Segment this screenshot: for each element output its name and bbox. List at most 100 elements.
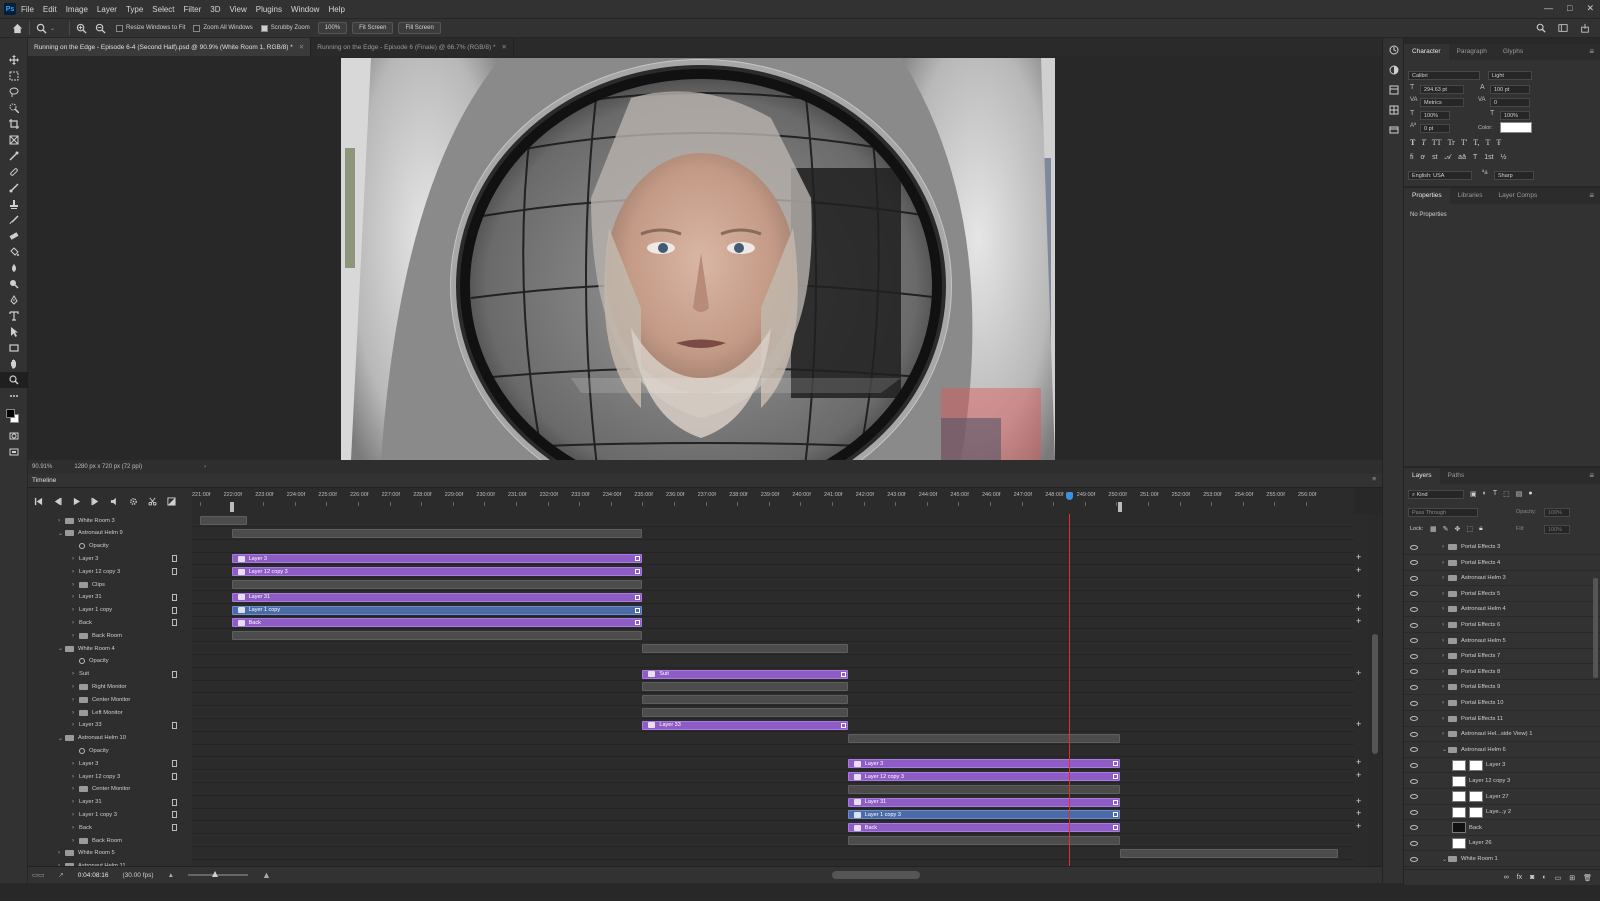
pen-tool-icon[interactable] xyxy=(0,292,28,308)
chevron-right-icon[interactable]: › xyxy=(72,569,79,575)
opacity-field[interactable]: 100% xyxy=(1544,508,1570,517)
timeline-track[interactable]: › Layer 3 xyxy=(28,757,192,770)
timeline-track[interactable]: ⌄ White Room 4 xyxy=(28,642,192,655)
swatches-icon[interactable] xyxy=(1383,102,1405,118)
chevron-right-icon[interactable]: › xyxy=(72,671,79,677)
play-icon[interactable] xyxy=(72,497,81,506)
search-icon[interactable] xyxy=(1536,23,1546,33)
timeline-track[interactable]: › Layer 12 copy 3 xyxy=(28,565,192,578)
chevron-right-icon[interactable]: › xyxy=(72,582,79,588)
lasso-tool-icon[interactable] xyxy=(0,84,28,100)
text-color-swatch[interactable] xyxy=(1500,122,1532,133)
menu-window[interactable]: Window xyxy=(291,5,319,14)
chevron-down-icon[interactable]: ⌄ xyxy=(50,25,55,32)
menu-type[interactable]: Type xyxy=(126,5,143,14)
tab-layers[interactable]: Layers xyxy=(1404,468,1440,484)
timeline-clip[interactable]: Layer 12 copy 3 xyxy=(231,567,643,577)
stopwatch-icon[interactable] xyxy=(79,747,85,754)
horizontal-scale-field[interactable]: 100% xyxy=(1500,111,1530,120)
timeline-clip[interactable]: Layer 3 xyxy=(847,759,1120,769)
layer-row[interactable]: Back xyxy=(1404,821,1600,836)
layer-mask-thumbnail[interactable] xyxy=(1469,791,1483,803)
small-caps-button[interactable]: Tr xyxy=(1448,138,1455,147)
menu-plugins[interactable]: Plugins xyxy=(256,5,282,14)
layer-row[interactable]: › Astronaut Helm 5 xyxy=(1404,634,1600,649)
film-strip-icon[interactable] xyxy=(172,798,177,806)
blur-tool-icon[interactable] xyxy=(0,260,28,276)
timeline-tab[interactable]: Timeline xyxy=(32,477,56,484)
timeline-clip[interactable] xyxy=(231,580,643,589)
timeline-clip[interactable]: Layer 1 copy xyxy=(231,605,643,615)
discretionary-ligature-icon[interactable]: ơ xyxy=(1421,154,1426,162)
chevron-right-icon[interactable]: › xyxy=(58,850,65,856)
lock-position-icon[interactable]: ✥ xyxy=(1455,525,1461,533)
chevron-down-icon[interactable]: ⌄ xyxy=(58,645,65,652)
current-timecode[interactable]: 0:04:08:16 xyxy=(78,872,109,879)
timeline-track[interactable]: › Center Monitor xyxy=(28,693,192,706)
stylistic-alternates-icon[interactable]: st xyxy=(1432,154,1437,162)
film-strip-icon[interactable] xyxy=(172,721,177,729)
playhead-handle[interactable] xyxy=(1066,492,1073,500)
timeline-clip[interactable] xyxy=(642,644,848,653)
link-layers-icon[interactable]: ∞ xyxy=(1504,874,1509,881)
visibility-eye-icon[interactable] xyxy=(1410,544,1418,550)
visibility-eye-icon[interactable] xyxy=(1410,575,1418,581)
stopwatch-icon[interactable] xyxy=(79,543,85,550)
layer-scrollbar[interactable] xyxy=(1593,578,1598,678)
clip-end-handle[interactable] xyxy=(1112,812,1118,818)
rectangle-tool-icon[interactable] xyxy=(0,340,28,356)
convert-frame-icon[interactable]: ▭▭ xyxy=(32,871,44,879)
add-media-button[interactable]: + xyxy=(1356,565,1361,575)
film-strip-icon[interactable] xyxy=(172,670,177,678)
clip-end-handle[interactable] xyxy=(635,556,641,562)
tab-episode-6-4[interactable]: Running on the Edge - Episode 6-4 (Secon… xyxy=(28,38,312,56)
fractions-icon[interactable]: ½ xyxy=(1501,154,1507,162)
add-media-button[interactable]: + xyxy=(1356,616,1361,626)
timeline-clip[interactable] xyxy=(1119,848,1338,858)
frame-tool-icon[interactable] xyxy=(0,132,28,148)
titling-icon[interactable]: aā xyxy=(1458,154,1466,162)
smart-object-filter-icon[interactable]: ▤ xyxy=(1516,490,1523,498)
crop-tool-icon[interactable] xyxy=(0,116,28,132)
color-swatches-icon[interactable] xyxy=(0,404,28,428)
timeline-track[interactable]: ⌄ Astronaut Helm 10 xyxy=(28,732,192,745)
zoom-100-button[interactable]: 100% xyxy=(317,22,348,34)
timeline-track[interactable]: Opacity xyxy=(28,655,192,668)
timeline-clip[interactable]: Back xyxy=(231,618,643,628)
split-scissors-icon[interactable] xyxy=(148,497,157,506)
chevron-down-icon[interactable]: ⌄ xyxy=(58,530,65,537)
film-strip-icon[interactable] xyxy=(172,760,177,768)
menu-view[interactable]: View xyxy=(230,5,247,14)
timeline-track[interactable]: › Layer 12 copy 3 xyxy=(28,770,192,783)
table-icon[interactable] xyxy=(1383,122,1405,138)
zoom-tool-icon[interactable] xyxy=(36,23,47,34)
visibility-eye-icon[interactable] xyxy=(1410,591,1418,597)
layer-row[interactable]: › Portal Effects 7 xyxy=(1404,649,1600,665)
timeline-track[interactable]: › Center Monitor xyxy=(28,783,192,796)
quick-select-tool-icon[interactable] xyxy=(0,100,28,116)
timeline-clip[interactable]: Layer 12 copy 3 xyxy=(847,772,1120,781)
chevron-right-icon[interactable]: › xyxy=(72,825,79,831)
layer-row[interactable]: › Portal Effects 5 xyxy=(1404,587,1600,602)
timeline-track[interactable]: › Back Room xyxy=(28,629,192,642)
fit-screen-button[interactable]: Fit Screen xyxy=(352,22,394,34)
next-frame-icon[interactable] xyxy=(91,497,100,506)
paint-bucket-tool-icon[interactable] xyxy=(0,244,28,260)
chevron-right-icon[interactable]: › xyxy=(72,594,79,600)
history-icon[interactable] xyxy=(1383,42,1405,58)
zoom-tool-active-icon[interactable] xyxy=(0,372,28,388)
all-caps-button[interactable]: TT xyxy=(1432,138,1442,147)
previous-frame-icon[interactable] xyxy=(53,497,62,506)
timeline-clip[interactable] xyxy=(642,708,848,717)
film-strip-icon[interactable] xyxy=(172,555,177,563)
layer-filter-select[interactable]: ⌕ Kind xyxy=(1408,490,1464,499)
chevron-right-icon[interactable]: › xyxy=(72,812,79,818)
hand-tool-icon[interactable] xyxy=(0,356,28,372)
chevron-right-icon[interactable]: › xyxy=(72,838,79,844)
timeline-track[interactable]: › Layer 31 xyxy=(28,796,192,809)
add-media-button[interactable]: + xyxy=(1356,757,1361,767)
new-layer-icon[interactable]: ⊞ xyxy=(1569,874,1575,882)
timeline-clip[interactable] xyxy=(231,528,643,538)
add-media-button[interactable]: + xyxy=(1356,770,1361,780)
work-area-start-handle[interactable] xyxy=(229,502,234,512)
